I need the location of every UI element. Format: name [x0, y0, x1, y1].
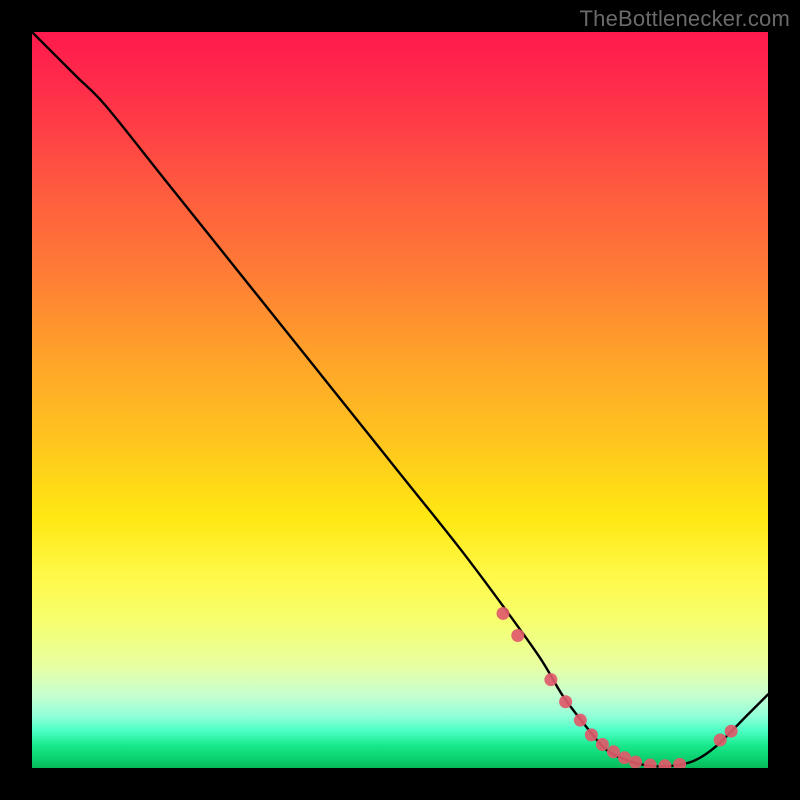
chart-stage: TheBottlenecker.com — [0, 0, 800, 800]
curve-marker — [607, 745, 620, 758]
bottleneck-curve — [32, 32, 768, 766]
curve-marker — [658, 759, 671, 768]
curve-marker — [574, 714, 587, 727]
curve-marker — [511, 629, 524, 642]
curve-marker — [644, 759, 657, 768]
curve-marker — [725, 725, 738, 738]
curve-marker — [673, 758, 686, 768]
chart-svg — [32, 32, 768, 768]
curve-marker — [544, 673, 557, 686]
curve-marker — [714, 734, 727, 747]
chart-plot-area — [32, 32, 768, 768]
curve-marker — [497, 607, 510, 620]
curve-marker — [629, 756, 642, 768]
curve-marker — [596, 738, 609, 751]
curve-marker — [585, 728, 598, 741]
curve-markers — [497, 607, 738, 768]
curve-marker — [559, 695, 572, 708]
watermark-text: TheBottlenecker.com — [580, 6, 790, 32]
